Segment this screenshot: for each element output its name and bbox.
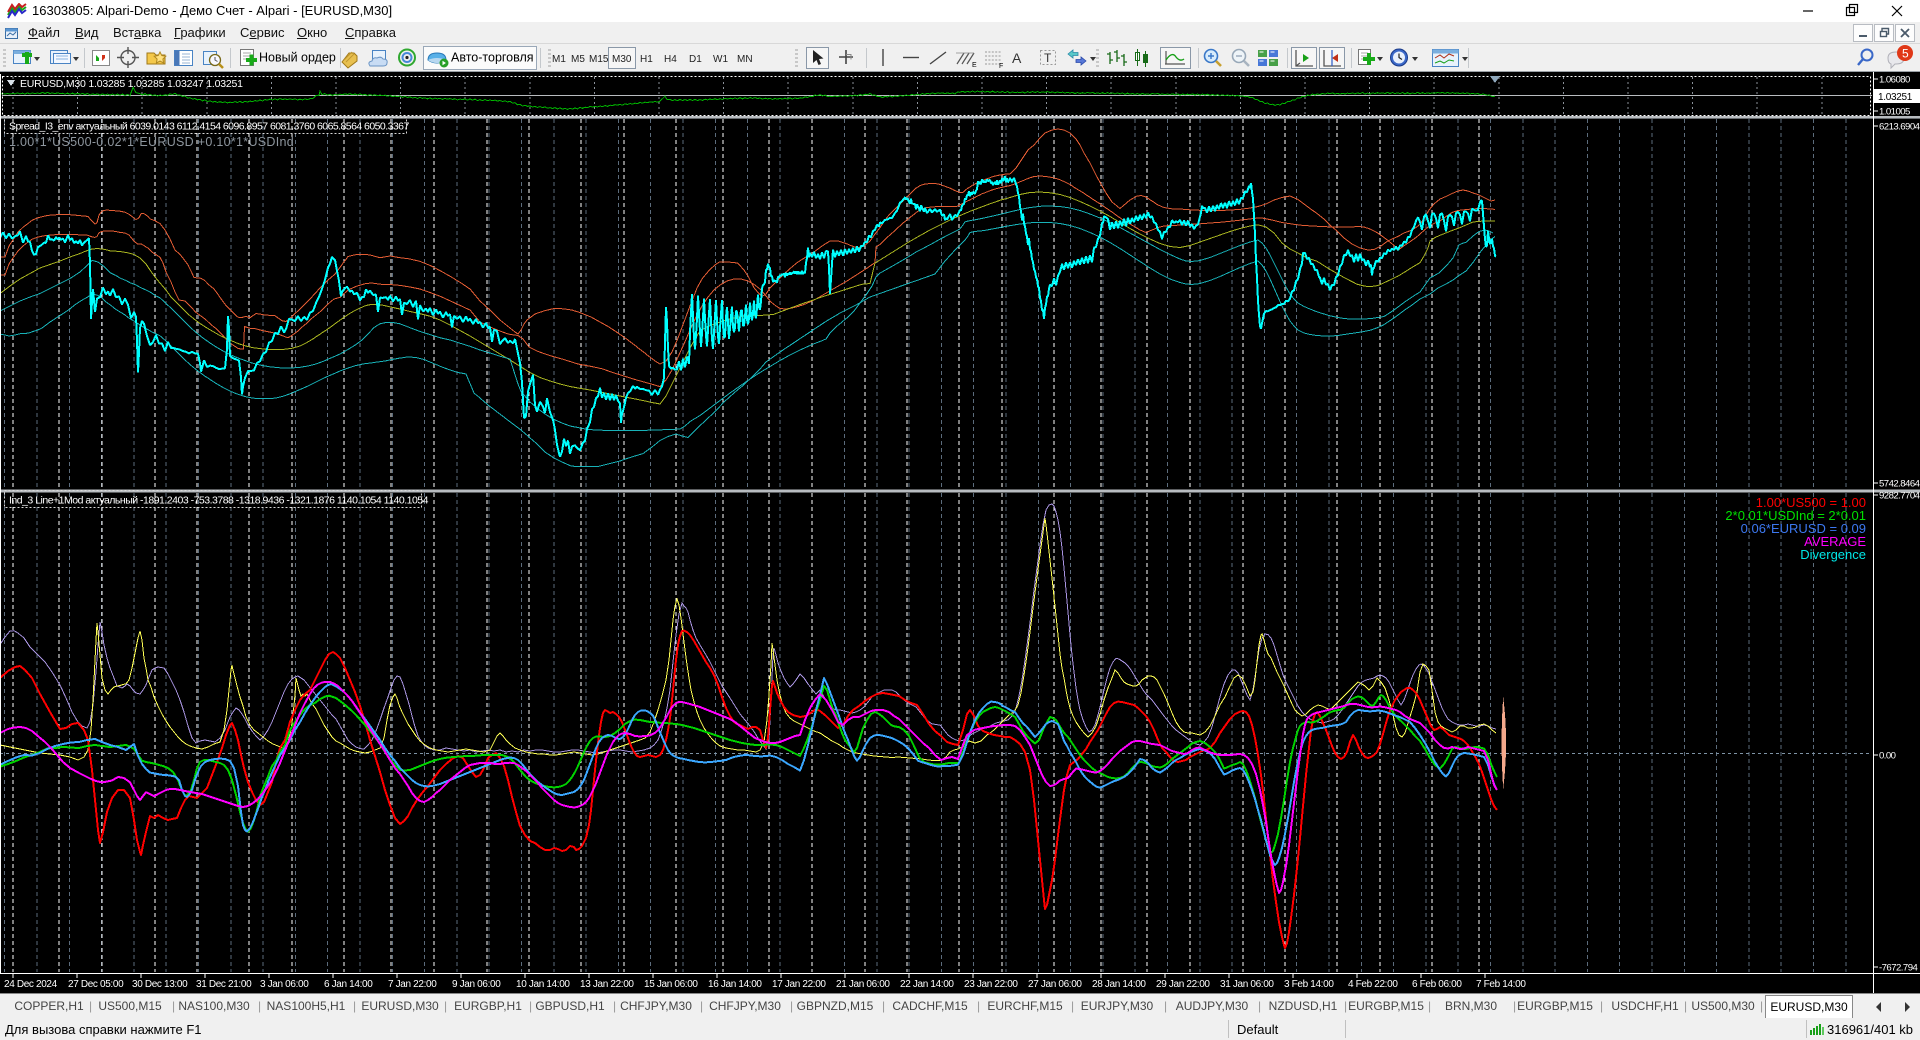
svg-text:23 Jan 22:00: 23 Jan 22:00 [964,979,1018,990]
svg-text:Divergence: Divergence [1800,547,1866,562]
svg-text:9282.7704: 9282.7704 [1879,491,1920,502]
svg-text:24 Dec 2024: 24 Dec 2024 [4,979,58,990]
svg-text:5742.8464: 5742.8464 [1879,479,1920,490]
svg-text:MN: MN [737,54,753,65]
svg-text:31 Jan 06:00: 31 Jan 06:00 [1220,979,1274,990]
svg-text:Е: Е [972,62,977,69]
svg-text:6 Feb 06:00: 6 Feb 06:00 [1412,979,1462,990]
svg-text:1.06080: 1.06080 [1879,75,1910,86]
svg-text:22 Jan 14:00: 22 Jan 14:00 [900,979,954,990]
svg-text:10 Jan 14:00: 10 Jan 14:00 [516,979,570,990]
svg-text:21 Jan 06:00: 21 Jan 06:00 [836,979,890,990]
svg-text:0.00: 0.00 [1879,751,1896,762]
svg-text:27 Jan 06:00: 27 Jan 06:00 [1028,979,1082,990]
svg-text:1.03251: 1.03251 [1878,92,1913,103]
svg-text:M1: M1 [552,54,566,65]
svg-text:Новый ордер: Новый ордер [259,51,336,65]
svg-text:3 Jan 06:00: 3 Jan 06:00 [260,979,309,990]
svg-text:EURUSD,M30 1.03285 1.03285 1.: EURUSD,M30 1.03285 1.03285 1.03247 1.032… [20,78,243,90]
svg-text:M15: M15 [589,54,609,65]
svg-text:1.00*1*US500-0.02*1*EURUSD +0.: 1.00*1*US500-0.02*1*EURUSD +0.10*1*USDIn… [9,135,294,149]
svg-text:T: T [1044,51,1052,65]
svg-text:16 Jan 14:00: 16 Jan 14:00 [708,979,762,990]
svg-text:7 Jan 22:00: 7 Jan 22:00 [388,979,437,990]
svg-text:W1: W1 [713,54,728,65]
svg-text:13 Jan 22:00: 13 Jan 22:00 [580,979,634,990]
svg-text:F: F [999,63,1003,70]
svg-text:5: 5 [1902,47,1909,61]
svg-text:29 Jan 22:00: 29 Jan 22:00 [1156,979,1210,990]
svg-text:7 Feb 14:00: 7 Feb 14:00 [1476,979,1526,990]
svg-text:H1: H1 [640,54,653,65]
svg-text:6 Jan 14:00: 6 Jan 14:00 [324,979,373,990]
svg-text:-7672.794: -7672.794 [1879,963,1918,974]
svg-text:9 Jan 06:00: 9 Jan 06:00 [452,979,501,990]
svg-text:17 Jan 22:00: 17 Jan 22:00 [772,979,826,990]
svg-text:M30: M30 [612,54,632,65]
svg-text:1.01005: 1.01005 [1879,107,1910,118]
svg-text:Spread_I3_env актуальный 6039.: Spread_I3_env актуальный 6039.0143 6112.… [9,121,409,133]
svg-text:Ind_3 Line+1Mod актуальный -18: Ind_3 Line+1Mod актуальный -1891.2403 -7… [9,495,429,507]
svg-text:30 Dec 13:00: 30 Dec 13:00 [132,979,188,990]
svg-text:Авто-торговля: Авто-торговля [451,51,534,65]
svg-text:H4: H4 [664,54,677,65]
svg-text:27 Dec 05:00: 27 Dec 05:00 [68,979,124,990]
svg-text:4 Feb 22:00: 4 Feb 22:00 [1348,979,1398,990]
svg-text:15 Jan 06:00: 15 Jan 06:00 [644,979,698,990]
svg-text:31 Dec 21:00: 31 Dec 21:00 [196,979,252,990]
svg-text:A: A [1012,50,1022,66]
svg-text:M5: M5 [571,54,585,65]
svg-text:3 Feb 14:00: 3 Feb 14:00 [1284,979,1334,990]
svg-text:D1: D1 [689,54,702,65]
svg-text:28 Jan 14:00: 28 Jan 14:00 [1092,979,1146,990]
svg-text:6213.6904: 6213.6904 [1879,122,1920,133]
